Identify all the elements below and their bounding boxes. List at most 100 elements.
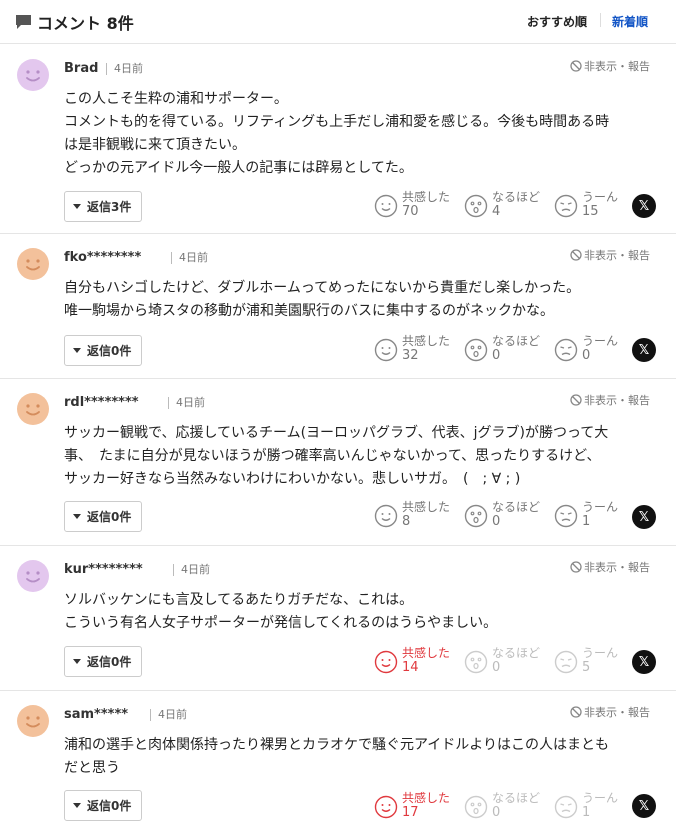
insight-label: なるほど — [492, 791, 541, 805]
hide-report-link[interactable]: 非表示・報告 — [570, 704, 650, 720]
x-share-button[interactable]: 𝕏 — [632, 794, 656, 818]
hide-icon — [570, 561, 582, 573]
hide-icon — [570, 60, 582, 72]
hmm-label: うーん — [582, 500, 619, 514]
comment-line: コメントも的を得ている。リフティングも上手だし浦和愛を感じる。今後も時間ある時 — [64, 114, 610, 130]
hide-report-label: 非表示・報告 — [584, 561, 650, 574]
empathy-label: 共感した — [402, 500, 451, 514]
comment-body: 自分もハシゴしたけど、ダブルホームってめったにないから貴重だし楽しかった。 唯一… — [64, 277, 664, 323]
comment-body: サッカー観戦で、応援しているチーム(ヨーロッパグラブ、代表、jグラブ)が勝つって… — [64, 422, 664, 491]
insight-label: なるほど — [492, 646, 541, 660]
empathy-reaction-button[interactable]: 共感した 70 — [374, 190, 450, 219]
insight-count: 4 — [492, 204, 501, 219]
reply-toggle-button[interactable]: 返信0件 — [64, 335, 143, 366]
caret-down-icon — [73, 659, 81, 664]
insight-reaction-button[interactable]: なるほど 4 — [464, 190, 540, 219]
hmm-reaction-button[interactable]: うーん 15 — [554, 190, 618, 219]
reply-toggle-button[interactable]: 返信0件 — [64, 646, 143, 677]
hide-report-link[interactable]: 非表示・報告 — [570, 559, 650, 575]
avatar[interactable] — [17, 59, 49, 91]
smile-face-icon — [374, 338, 398, 362]
comment-username[interactable]: Brad — [64, 61, 98, 76]
insight-count: 0 — [492, 348, 501, 363]
smiley-avatar-icon — [17, 393, 49, 425]
hide-report-link[interactable]: 非表示・報告 — [570, 247, 650, 263]
empathy-count: 70 — [402, 204, 419, 219]
reply-toggle-button[interactable]: 返信3件 — [64, 191, 143, 222]
insight-label: なるほど — [492, 334, 541, 348]
hmm-label: うーん — [582, 334, 619, 348]
x-share-button[interactable]: 𝕏 — [632, 650, 656, 674]
comment-line: この人こそ生粋の浦和サポーター。 — [64, 91, 288, 107]
empathy-reaction-button[interactable]: 共感した 17 — [374, 791, 450, 820]
comment-username[interactable]: fko******** — [64, 250, 141, 265]
hide-report-link[interactable]: 非表示・報告 — [570, 392, 650, 408]
insight-reaction-button[interactable]: なるほど 0 — [464, 334, 540, 363]
avatar[interactable] — [17, 393, 49, 425]
comment-body: ソルバッケンにも言及してるあたりガチだな、これは。 こういう有名人女子サポーター… — [64, 589, 664, 635]
smiley-avatar-icon — [17, 248, 49, 280]
comment-username[interactable]: rdl******** — [64, 395, 139, 410]
surprised-face-icon — [464, 795, 488, 819]
insight-label: なるほど — [492, 500, 541, 514]
caret-down-icon — [73, 204, 81, 209]
smile-face-icon — [374, 504, 398, 528]
empathy-label: 共感した — [402, 190, 451, 204]
empathy-reaction-button[interactable]: 共感した 8 — [374, 500, 450, 529]
hmm-label: うーん — [582, 646, 619, 660]
sort-newest-tab[interactable]: 新着順 — [612, 13, 648, 30]
reply-toggle-button[interactable]: 返信0件 — [64, 501, 143, 532]
reply-count-label: 返信0件 — [87, 510, 132, 524]
insight-reaction-button[interactable]: なるほど 0 — [464, 791, 540, 820]
insight-label: なるほど — [492, 190, 541, 204]
empathy-reaction-button[interactable]: 共感した 32 — [374, 334, 450, 363]
hmm-count: 15 — [582, 204, 599, 219]
hmm-reaction-button[interactable]: うーん 1 — [554, 791, 618, 820]
comment-username[interactable]: sam***** — [64, 707, 128, 722]
troubled-face-icon — [554, 338, 578, 362]
comment-body: この人こそ生粋の浦和サポーター。 コメントも的を得ている。リフティングも上手だし… — [64, 88, 664, 180]
comment-timestamp: 4日前 — [168, 397, 205, 409]
surprised-face-icon — [464, 194, 488, 218]
sort-recommended-tab[interactable]: おすすめ順 — [527, 13, 587, 30]
empathy-label: 共感した — [402, 334, 451, 348]
caret-down-icon — [73, 348, 81, 353]
smiley-avatar-icon — [17, 59, 49, 91]
avatar[interactable] — [17, 705, 49, 737]
hmm-count: 0 — [582, 348, 591, 363]
insight-reaction-button[interactable]: なるほど 0 — [464, 646, 540, 675]
empathy-reaction-button[interactable]: 共感した 14 — [374, 646, 450, 675]
x-share-button[interactable]: 𝕏 — [632, 505, 656, 529]
hmm-reaction-button[interactable]: うーん 0 — [554, 334, 618, 363]
comment-item: fko******** 4日前 非表示・報告 自分もハシゴしたけど、ダブルホーム… — [0, 234, 676, 379]
x-share-button[interactable]: 𝕏 — [632, 194, 656, 218]
comment-item: sam***** 4日前 非表示・報告 浦和の選手と肉体関係持ったり裸男とカラオ… — [0, 691, 676, 837]
avatar[interactable] — [17, 248, 49, 280]
reply-toggle-button[interactable]: 返信0件 — [64, 790, 143, 821]
hide-icon — [570, 706, 582, 718]
header-title-wrap: コメント 8件 — [15, 10, 134, 34]
sort-divider — [600, 13, 601, 27]
reply-count-label: 返信0件 — [87, 799, 132, 813]
empathy-label: 共感した — [402, 646, 451, 660]
comment-line: は是非観戦に来て頂きたい。 — [64, 137, 246, 153]
hide-icon — [570, 249, 582, 261]
comment-line: 事、 たまに自分が見ないほうが勝つ確率高いんじゃないかって、思ったりするけど、 — [64, 448, 601, 464]
comment-bubble-icon — [16, 15, 31, 29]
empathy-label: 共感した — [402, 791, 451, 805]
smiley-avatar-icon — [17, 705, 49, 737]
comment-username[interactable]: kur******** — [64, 562, 143, 577]
troubled-face-icon — [554, 795, 578, 819]
empathy-count: 8 — [402, 514, 411, 529]
hmm-reaction-button[interactable]: うーん 5 — [554, 646, 618, 675]
comment-timestamp: 4日前 — [173, 564, 210, 576]
insight-reaction-button[interactable]: なるほど 0 — [464, 500, 540, 529]
avatar[interactable] — [17, 560, 49, 592]
reply-count-label: 返信0件 — [87, 655, 132, 669]
insight-count: 0 — [492, 805, 501, 820]
x-share-button[interactable]: 𝕏 — [632, 338, 656, 362]
hide-report-link[interactable]: 非表示・報告 — [570, 58, 650, 74]
comment-item: kur******** 4日前 非表示・報告 ソルバッケンにも言及してるあたりガ… — [0, 546, 676, 691]
hmm-reaction-button[interactable]: うーん 1 — [554, 500, 618, 529]
insight-count: 0 — [492, 514, 501, 529]
